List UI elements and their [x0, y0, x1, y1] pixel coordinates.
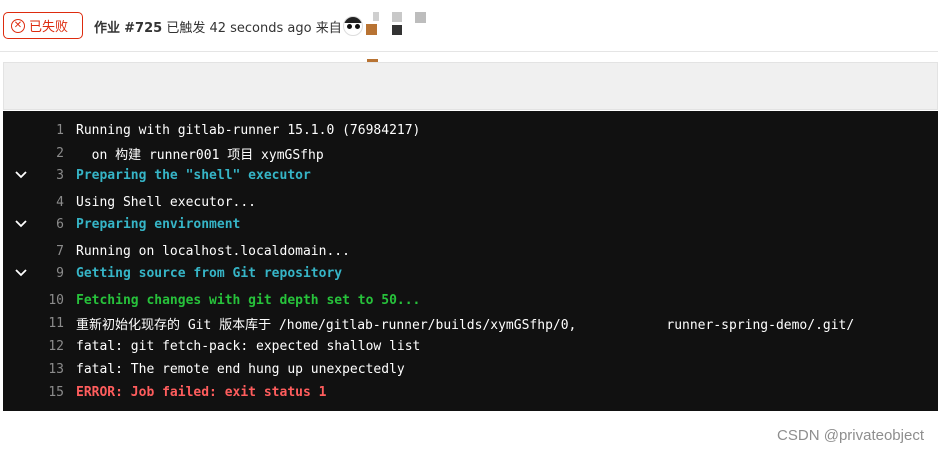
chevron-down-icon[interactable]	[13, 263, 29, 283]
avatar[interactable]	[343, 16, 363, 36]
log-line: 2 on 构建 runner001 项目 xymGSfhp	[3, 143, 938, 163]
redacted-path	[576, 320, 667, 330]
job-log: 1 Running with gitlab-runner 15.1.0 (769…	[3, 111, 938, 411]
chevron-down-icon[interactable]	[13, 165, 29, 185]
close-circle-icon: ✕	[11, 18, 25, 33]
log-line: 12 fatal: git fetch-pack: expected shall…	[3, 336, 938, 356]
log-line: 11 重新初始化现存的 Git 版本库于 /home/gitlab-runner…	[3, 313, 938, 333]
job-prefix: 作业	[94, 21, 121, 36]
job-number: #725	[124, 21, 163, 36]
log-section-header[interactable]: 6 Preparing environment	[3, 214, 938, 234]
log-line: 7 Running on localhost.localdomain...	[3, 241, 938, 261]
log-section-header[interactable]: 9 Getting source from Git repository	[3, 263, 938, 283]
log-line: 4 Using Shell executor...	[3, 192, 938, 212]
log-line: 10 Fetching changes with git depth set t…	[3, 290, 938, 310]
log-line: 15 ERROR: Job failed: exit status 1	[3, 382, 938, 402]
line-number[interactable]: 6	[34, 217, 64, 232]
chevron-down-icon[interactable]	[13, 214, 29, 234]
redacted-username	[415, 12, 426, 23]
redacted-username	[392, 12, 402, 22]
line-number[interactable]: 3	[34, 168, 64, 183]
line-number[interactable]: 12	[34, 339, 64, 354]
status-badge-failed[interactable]: ✕ 已失败	[3, 12, 83, 39]
line-text: Preparing the "shell" executor	[76, 167, 311, 183]
line-number[interactable]: 1	[34, 123, 64, 138]
line-text: fatal: git fetch-pack: expected shallow …	[76, 338, 421, 354]
log-section-header[interactable]: 3 Preparing the "shell" executor	[3, 165, 938, 185]
line-text: Running on localhost.localdomain...	[76, 243, 350, 259]
line-text: Preparing environment	[76, 216, 241, 232]
watermark: CSDN @privateobject	[777, 427, 924, 444]
line-text: fatal: The remote end hung up unexpected…	[76, 361, 405, 377]
triggered-text: 已触发 42 seconds ago 来自	[166, 21, 342, 36]
job-header: ✕ 已失败 作业 #725 已触发 42 seconds ago 来自	[0, 0, 938, 62]
job-meta: 作业 #725 已触发 42 seconds ago 来自	[94, 17, 342, 36]
status-label: 已失败	[29, 20, 69, 35]
line-text: ERROR: Job failed: exit status 1	[76, 384, 327, 400]
line-text: Fetching changes with git depth set to 5…	[76, 292, 421, 308]
redacted-username	[392, 25, 402, 35]
log-line: 13 fatal: The remote end hung up unexpec…	[3, 359, 938, 379]
line-text: Getting source from Git repository	[76, 265, 343, 281]
line-text: 重新初始化现存的 Git 版本库于 /home/gitlab-runner/bu…	[76, 314, 854, 333]
line-text: Using Shell executor...	[76, 194, 257, 210]
line-text: Running with gitlab-runner 15.1.0 (76984…	[76, 122, 421, 138]
line-text: on 构建 runner001 项目 xymGSfhp	[76, 147, 324, 163]
line-number[interactable]: 13	[34, 362, 64, 377]
line-number[interactable]: 2	[34, 146, 64, 161]
line-number[interactable]: 7	[34, 244, 64, 259]
line-number[interactable]: 10	[34, 293, 64, 308]
line-number[interactable]: 11	[34, 316, 64, 331]
line-text-part: runner-spring-demo/.git/	[666, 317, 855, 333]
line-number[interactable]: 15	[34, 385, 64, 400]
redacted-username	[373, 12, 379, 21]
redacted-username	[366, 24, 377, 35]
log-line: 1 Running with gitlab-runner 15.1.0 (769…	[3, 120, 938, 140]
job-log-toolbar	[3, 62, 938, 110]
line-number[interactable]: 4	[34, 195, 64, 210]
line-text-part: 重新初始化现存的 Git 版本库于 /home/gitlab-runner/bu…	[76, 317, 577, 333]
line-number[interactable]: 9	[34, 266, 64, 281]
